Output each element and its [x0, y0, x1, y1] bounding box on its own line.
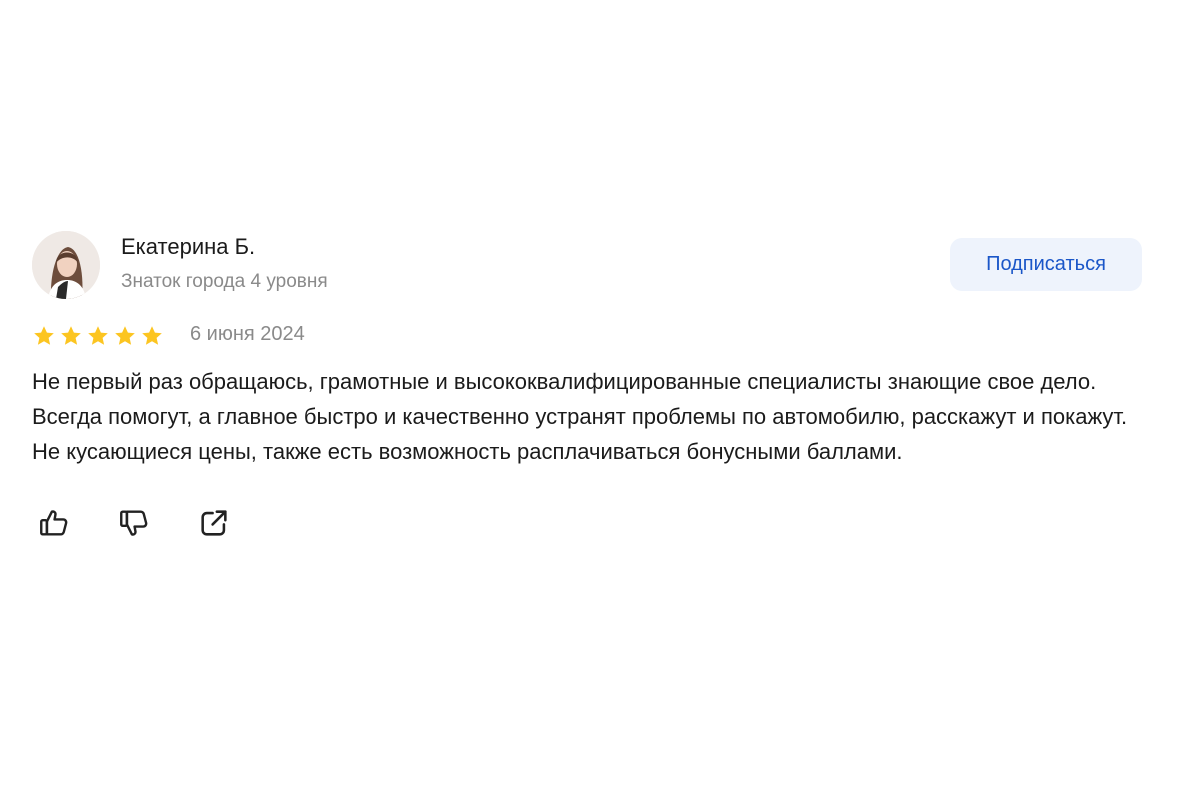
star-icon	[88, 326, 108, 345]
dislike-button[interactable]	[116, 505, 152, 541]
thumbs-down-icon	[120, 510, 148, 536]
star-icon	[34, 326, 54, 345]
review-date: 6 июня 2024	[190, 323, 305, 345]
author-level: Знаток города 4 уровня	[121, 271, 328, 292]
star-icon	[115, 326, 135, 345]
like-button[interactable]	[36, 505, 72, 541]
share-icon	[201, 510, 227, 536]
thumbs-up-icon	[40, 510, 68, 536]
avatar[interactable]	[32, 231, 100, 299]
review-actions	[36, 505, 1142, 541]
rating-stars	[32, 324, 164, 348]
review-header: Екатерина Б. Знаток города 4 уровня Подп…	[32, 230, 1142, 302]
author-name[interactable]: Екатерина Б.	[121, 234, 255, 260]
subscribe-button[interactable]: Подписаться	[950, 238, 1142, 291]
star-icon	[61, 326, 81, 345]
share-button[interactable]	[196, 505, 232, 541]
avatar-image	[32, 231, 100, 299]
review-card: Екатерина Б. Знаток города 4 уровня Подп…	[32, 230, 1142, 541]
review-text: Не первый раз обращаюсь, грамотные и выс…	[32, 369, 1128, 464]
star-icon	[142, 326, 162, 345]
review-meta: 6 июня 2024	[32, 323, 1142, 362]
